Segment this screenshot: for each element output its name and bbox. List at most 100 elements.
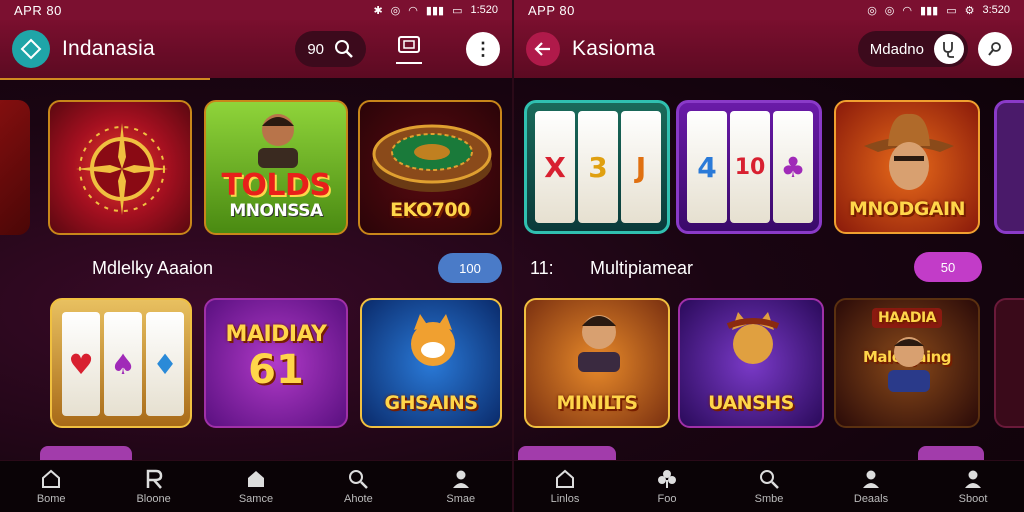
status-date: APP 80 [528,2,575,18]
signal-icon: ▮▮▮ [425,4,445,17]
slot-reel: ♦ [146,312,184,416]
bottom-nav: Bome Bloone Samce Ahote Smae [0,460,512,512]
slot-reel: X [535,111,575,223]
category-pill-partial[interactable] [918,446,984,460]
game-tile-mnodgain[interactable]: MNODGAIN [834,100,980,234]
more-icon: ⋮ [474,38,492,59]
tile-banner: HAADIA [871,308,943,328]
settings-icon: ⚙ [964,4,975,17]
search-icon [349,470,369,489]
cat-character-icon [726,312,780,364]
count-badge[interactable]: 100 [438,253,502,283]
game-tile-haadia[interactable]: HAADIA Malonjaing [834,298,980,428]
section-prefix: 11: [530,258,554,278]
slot-reel: ♠ [104,312,142,416]
roulette-wheel-icon [372,124,492,192]
nav-item-ahote[interactable]: Ahote [318,468,398,505]
nav-item-home[interactable]: Bome [11,468,91,505]
stethoscope-icon [943,42,954,58]
user-icon [863,470,879,488]
user-icon [965,470,981,488]
game-tile-roulette[interactable]: EKO700 [358,100,502,235]
nav-item-smae[interactable]: Smae [421,468,501,505]
game-tile-slots[interactable]: ♥ ♠ ♦ [50,298,192,428]
search-pill[interactable]: 90 [295,31,366,67]
game-tile-uanshs[interactable]: UANSHS [678,298,824,428]
game-tile-minilts[interactable]: MINILTS [524,298,670,428]
game-tile-reels-x[interactable]: X 3 J [524,100,670,234]
home-icon [556,469,574,488]
battery-icon: ▭ [452,4,463,17]
back-button[interactable] [526,32,560,66]
nav-item-deaals[interactable]: Deaals [831,468,911,505]
game-tile-reels-4[interactable]: 4 10 ♣ [676,100,822,234]
slot-reel: ♣ [773,111,813,223]
split-screen: APR 80 ✱ ◎ ◠ ▮▮▮ ▭ 1:520 Indanasia 90 ⋮ [0,0,1024,512]
search-value: Mdadno [869,40,924,58]
nav-label: Deaals [853,493,889,505]
nav-label: Linlos [550,493,580,505]
tile-title: UANSHS [708,392,794,414]
category-pill-partial[interactable] [40,446,132,460]
search-pill[interactable]: Mdadno [857,31,968,67]
game-tile-maidiay[interactable]: MAIDIAY 61 [204,298,348,428]
man-character-icon [888,337,930,392]
right-phone-screen: APP 80 ◎ ◎ ◠ ▮▮▮ ▭ ⚙ 3:520 Kasioma Mdadn… [512,0,1024,512]
more-button[interactable]: ⋮ [466,32,500,66]
slot-reel: 10 [730,111,770,223]
app-bar: Indanasia 90 ⋮ [0,20,512,78]
alarm-icon: ◎ [867,4,877,17]
count-badge[interactable]: 50 [914,252,982,282]
nav-label: Bloone [136,493,171,505]
game-tile-compass[interactable] [48,100,192,235]
battery-icon: ▭ [946,4,957,17]
nav-label: Ahote [343,493,373,505]
category-pill-partial[interactable] [518,446,616,460]
slot-reel: J [621,111,661,223]
nav-item-samce[interactable]: Samce [216,468,296,505]
tile-title: EKO700 [390,199,470,221]
bottom-nav: Linlos Foo Smbe Deaals Sboot [514,460,1024,512]
man-character-icon [258,114,298,168]
search-icon [335,40,353,58]
nav-label: Sboot [958,493,988,505]
slot-reel: 3 [578,111,618,223]
tile-title: MNODGAIN [848,198,966,220]
status-clock: 3:520 [982,4,1010,16]
bluetooth-icon: ✱ [373,4,383,17]
left-phone-screen: APR 80 ✱ ◎ ◠ ▮▮▮ ▭ 1:520 Indanasia 90 ⋮ [0,0,512,512]
search-button[interactable] [978,32,1012,66]
nav-item-smbe[interactable]: Smbe [729,468,809,505]
user-icon [452,470,469,488]
game-tile-partial[interactable] [0,100,30,235]
nav-item-foo[interactable]: Foo [627,468,707,505]
tile-title: TOLDS [221,168,331,203]
game-tile-partial[interactable] [994,100,1024,234]
search-value: 90 [307,40,324,58]
game-tile-ghsains[interactable]: GHSAINS [360,298,502,428]
nav-item-bloone[interactable]: Bloone [114,468,194,505]
section-title: Mdlelky Aaaion [92,258,214,278]
nav-item-sboot[interactable]: Sboot [933,468,1013,505]
status-bar: APP 80 ◎ ◎ ◠ ▮▮▮ ▭ ⚙ 3:520 [514,0,1024,20]
nav-item-linlos[interactable]: Linlos [525,468,605,505]
game-tile-partial[interactable] [994,298,1024,428]
game-tile-tolds[interactable]: TOLDS MNONSSA [204,100,348,235]
nav-label: Samce [238,493,274,505]
tile-subtitle: MNONSSA [229,201,323,221]
tile-number: 61 [248,346,304,393]
man-character-icon [578,315,620,372]
back-arrow-icon [534,42,550,56]
clover-icon [658,470,676,488]
compass-wheel-icon [76,123,168,215]
appbar-underline [0,78,210,80]
status-bar: APR 80 ✱ ◎ ◠ ▮▮▮ ▭ 1:520 [0,0,512,20]
wifi-icon: ◠ [408,4,418,17]
wallet-button[interactable] [396,34,422,64]
diamond-logo-icon[interactable] [12,30,50,68]
stethoscope-button[interactable] [934,34,964,64]
tile-title: GHSAINS [384,392,478,414]
status-icons: ✱ ◎ ◠ ▮▮▮ ▭ 1:520 [373,4,498,17]
app-title: Indanasia [62,37,155,60]
cowboy-character-icon [864,113,954,190]
